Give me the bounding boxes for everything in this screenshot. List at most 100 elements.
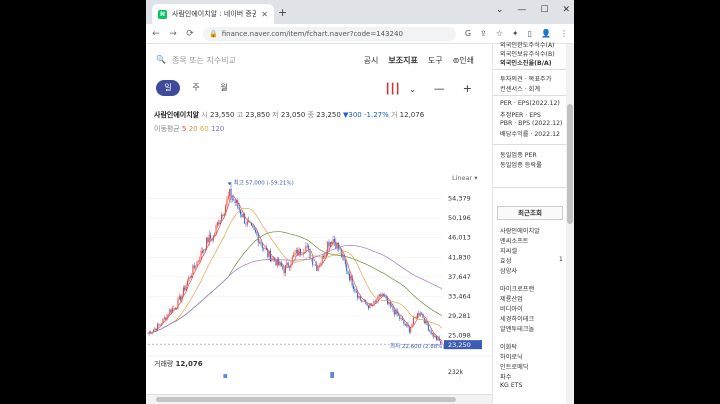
candle-body: [389, 301, 391, 306]
volume-title: 거래량 12,076: [154, 359, 203, 368]
horizontal-scrollbar[interactable]: [146, 394, 492, 404]
reload-button[interactable]: ⟳: [186, 29, 194, 39]
candle-body: [440, 340, 442, 344]
disclosure-button[interactable]: 공시: [364, 55, 379, 66]
recent-item[interactable]: 사람인에이치알: [500, 226, 540, 235]
tab-title: 사람인에이치알 : 네이버 증권: [172, 10, 257, 18]
candle-body: [260, 241, 262, 245]
candle-body: [204, 249, 206, 251]
minimize-button[interactable]: —: [517, 5, 526, 15]
candle-body: [320, 262, 322, 266]
stock-list-item[interactable]: 세경하이테크: [500, 314, 534, 323]
extensions-icon[interactable]: ✦: [512, 29, 519, 38]
close-window-button[interactable]: ✕: [562, 5, 570, 15]
candle-body: [180, 296, 182, 301]
candle-body: [366, 303, 368, 306]
candle-body: [170, 309, 172, 313]
forward-button[interactable]: →: [169, 29, 177, 39]
candle-body: [295, 250, 297, 254]
candle-body: [253, 227, 255, 230]
tab-close-icon[interactable]: ✕: [261, 10, 268, 19]
candle-body: [306, 245, 308, 247]
horizontal-scroll-thumb[interactable]: [156, 397, 456, 402]
period-day-button[interactable]: 일: [156, 80, 180, 96]
back-button[interactable]: ←: [152, 29, 160, 39]
chart-type-selector[interactable]: ┃┃┃ ⌄: [385, 82, 416, 95]
zoom-out-button[interactable]: —: [434, 82, 445, 95]
price-summary: 사람인에이치알 시 23,550 고 23,850 저 23,050 종 23,…: [154, 111, 425, 119]
stock-list-item[interactable]: 파수: [500, 372, 511, 381]
browser-tab[interactable]: N 사람인에이치알 : 네이버 증권 ✕: [152, 4, 274, 24]
scale-toggle[interactable]: Linear ▾: [452, 174, 478, 182]
candle-body: [329, 242, 331, 247]
vertical-scrollbar[interactable]: [566, 44, 574, 404]
candle-body: [210, 234, 212, 239]
candle-body: [294, 253, 296, 255]
candlestick-icon: ┃┃┃: [384, 84, 401, 95]
volume-value: 12,076: [399, 111, 425, 119]
candle-body: [430, 330, 432, 335]
price-chart[interactable]: Linear ▾ 54,379 50,196 46,013 41,830 37,647 33…: [146, 128, 492, 378]
y-tick-label: 29,281: [448, 312, 471, 320]
stock-list-item[interactable]: 인트로메딕: [500, 362, 528, 371]
indicator-button[interactable]: 보조지표: [388, 55, 417, 66]
url-field[interactable]: 🔒 finance.naver.com/item/fchart.naver?co…: [203, 26, 456, 41]
candle-body: [406, 324, 408, 326]
candle-body: [308, 245, 310, 249]
y-tick-label: 50,196: [448, 214, 471, 222]
share-icon[interactable]: ⇪: [480, 29, 487, 38]
candle-body: [158, 324, 160, 326]
stock-list-item[interactable]: 제룡산업: [500, 294, 523, 303]
candle-body: [362, 301, 364, 303]
stock-list-item[interactable]: 마이크로프랜: [500, 284, 534, 293]
google-icon[interactable]: G: [465, 29, 471, 38]
low-price: 23,050: [280, 111, 306, 119]
volume-value: 12,076: [176, 360, 203, 368]
recent-view-header[interactable]: 최근조회: [497, 206, 563, 220]
stock-list-item[interactable]: 비디아이: [500, 304, 523, 313]
ma-60-line: [147, 231, 443, 334]
period-month-button[interactable]: 월: [212, 80, 236, 96]
period-week-button[interactable]: 주: [184, 80, 208, 96]
vertical-scroll-thumb[interactable]: [567, 104, 573, 224]
close-price: 23,250: [316, 111, 341, 119]
tools-button[interactable]: 도구: [428, 55, 443, 66]
candle-body: [245, 223, 247, 225]
recent-item[interactable]: 삼양사: [500, 266, 517, 275]
candle-body: [314, 264, 316, 266]
candle-body: [434, 335, 436, 338]
chart-panel: 🔍 종목 또는 지수비교 공시 보조지표 도구 ⊚인쇄 일 주 월 ┃┃┃ ⌄: [146, 44, 492, 404]
stock-list-item[interactable]: KG ETS: [500, 382, 522, 389]
stock-list-item[interactable]: 알엔투테크놀: [500, 324, 534, 333]
zoom-controls: ┃┃┃ ⌄ — +: [385, 82, 472, 95]
y-tick-label: 37,647: [448, 273, 471, 281]
bookmark-star-icon[interactable]: ☆: [496, 29, 503, 38]
recent-item[interactable]: 지씨셀: [500, 246, 517, 255]
open-price: 23,550: [210, 111, 235, 119]
candle-body: [256, 232, 258, 235]
sidepanel-icon[interactable]: ▯: [528, 29, 532, 38]
profile-icon[interactable]: 👤: [541, 29, 551, 38]
recent-item[interactable]: 효성: [500, 256, 511, 265]
stock-list-item[interactable]: 이화탁: [500, 342, 517, 351]
candle-body: [272, 257, 274, 259]
symbol-search[interactable]: 🔍 종목 또는 지수비교: [156, 55, 236, 66]
print-button[interactable]: ⊚인쇄: [453, 55, 474, 66]
search-placeholder: 종목 또는 지수비교: [171, 56, 236, 65]
menu-icon[interactable]: ⋮: [560, 29, 568, 38]
zoom-in-button[interactable]: +: [463, 82, 472, 95]
candle-body: [201, 250, 203, 253]
candle-body: [387, 298, 389, 304]
recent-item[interactable]: 엔씨소프트: [500, 236, 528, 245]
search-icon: 🔍: [156, 55, 166, 64]
new-tab-button[interactable]: +: [278, 6, 287, 19]
tab-search-icon[interactable]: ⌄: [496, 5, 504, 15]
maximize-button[interactable]: ☐: [540, 5, 548, 15]
candle-body: [193, 265, 195, 268]
candle-body: [167, 314, 169, 316]
candle-body: [328, 242, 330, 247]
candle-body: [287, 262, 289, 267]
stock-list-item[interactable]: 하이로닉: [500, 352, 523, 361]
candle-body: [357, 292, 359, 298]
candle-body: [264, 248, 266, 249]
